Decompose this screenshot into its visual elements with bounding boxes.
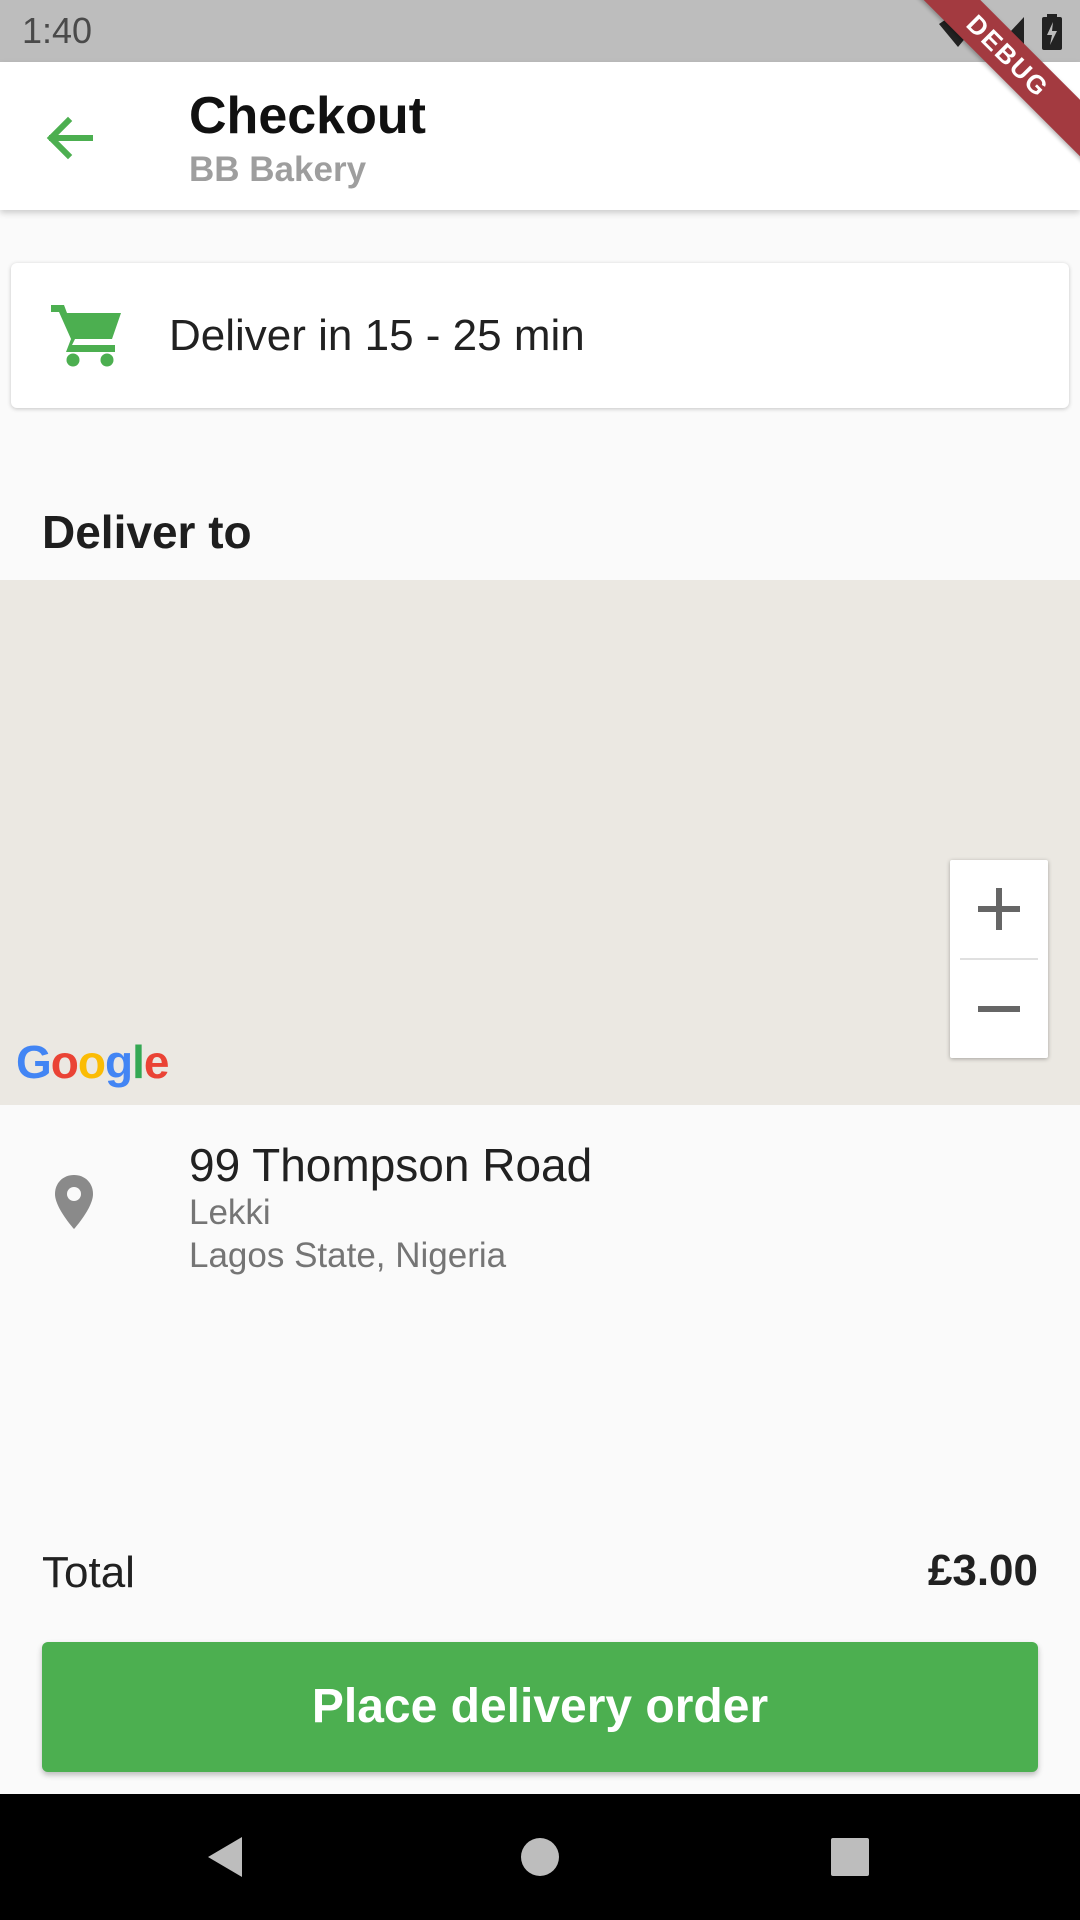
delivery-time-card: Deliver in 15 - 25 min — [11, 263, 1069, 408]
page-subtitle: BB Bakery — [189, 150, 367, 189]
total-value: £3.00 — [927, 1546, 1038, 1595]
zoom-in-button[interactable] — [950, 860, 1048, 958]
map-view[interactable]: Google — [0, 580, 1080, 1105]
map-pin-icon — [55, 1175, 93, 1229]
google-logo: Google — [16, 1036, 169, 1088]
deliver-to-heading: Deliver to — [42, 506, 252, 558]
address-area: Lekki — [189, 1193, 271, 1232]
status-time: 1:40 — [22, 10, 93, 51]
cart-icon — [51, 305, 121, 367]
nav-recents-icon[interactable] — [825, 1832, 875, 1882]
app-bar: Checkout BB Bakery — [0, 62, 1080, 210]
battery-icon — [1042, 14, 1062, 50]
address-street: 99 Thompson Road — [189, 1139, 593, 1191]
zoom-control — [950, 860, 1048, 1058]
delivery-time-text: Deliver in 15 - 25 min — [169, 311, 585, 360]
nav-back-icon[interactable] — [200, 1832, 250, 1882]
back-arrow-icon[interactable] — [40, 108, 100, 168]
navigation-bar — [0, 1794, 1080, 1920]
place-delivery-order-button[interactable]: Place delivery order — [42, 1642, 1038, 1772]
page-title: Checkout — [189, 87, 426, 145]
status-bar: 1:40 — [0, 0, 1080, 62]
address-region: Lagos State, Nigeria — [189, 1236, 507, 1275]
zoom-out-button[interactable] — [950, 960, 1048, 1058]
screen: 1:40 DEBUG Checkout BB Bakery Deliver in… — [0, 0, 1080, 1920]
total-label: Total — [42, 1548, 135, 1597]
nav-home-icon[interactable] — [515, 1832, 565, 1882]
